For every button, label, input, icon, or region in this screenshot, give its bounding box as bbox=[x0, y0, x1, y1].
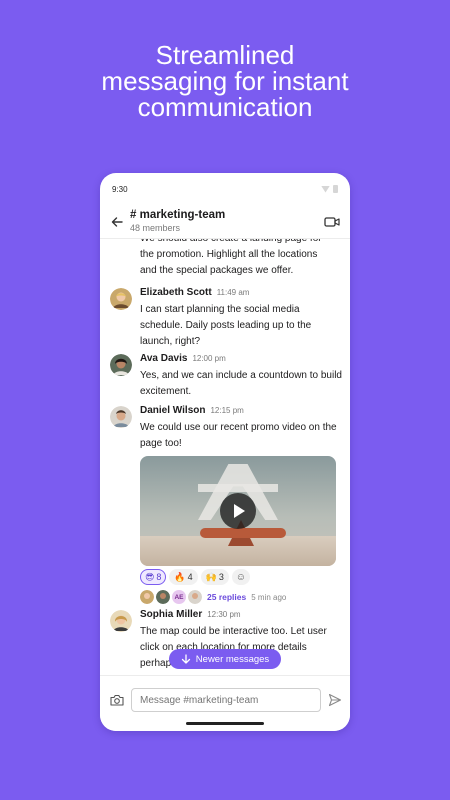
battery-icon bbox=[333, 185, 338, 193]
message[interactable]: Ava Davis 12:00 pm Yes, and we can inclu… bbox=[110, 353, 342, 400]
newer-messages-label: Newer messages bbox=[195, 653, 270, 665]
reaction-bar: 😎 8 🔥 4 🙌 3 ☺ bbox=[140, 569, 342, 586]
channel-header: # marketing-team 48 members bbox=[100, 205, 350, 239]
avatar[interactable] bbox=[110, 406, 132, 428]
reaction-emoji: 🙌 bbox=[205, 571, 217, 582]
send-icon[interactable] bbox=[328, 693, 342, 707]
reaction-emoji: 😎 bbox=[145, 571, 155, 582]
status-time: 9:30 bbox=[112, 184, 128, 194]
message[interactable]: Daniel Wilson 12:15 pm We could use our … bbox=[110, 405, 342, 605]
thread-summary[interactable]: AE 25 replies 5 min ago bbox=[140, 589, 342, 605]
message-continued-text: We should also create a landing page for… bbox=[140, 239, 322, 276]
headline-line-3: communication bbox=[137, 92, 313, 122]
message-time: 12:30 pm bbox=[207, 610, 241, 619]
message-text: I can start planning the social media sc… bbox=[140, 304, 312, 347]
avatar[interactable] bbox=[110, 354, 132, 376]
add-reaction-icon[interactable]: ☺ bbox=[231, 569, 250, 585]
reply-count[interactable]: 25 replies bbox=[207, 592, 246, 602]
thread-avatar-initials: AE bbox=[172, 590, 186, 604]
message-body: Elizabeth Scott 11:49 am I can start pla… bbox=[140, 287, 342, 350]
message-text: Yes, and we can include a countdown to b… bbox=[140, 370, 342, 397]
sender-name[interactable]: Sophia Miller bbox=[140, 609, 202, 620]
message-time: 12:00 pm bbox=[192, 354, 226, 363]
message-input[interactable] bbox=[131, 688, 321, 712]
message-text: We could use our recent promo video on t… bbox=[140, 422, 337, 449]
reply-time: 5 min ago bbox=[251, 592, 287, 602]
thread-avatar bbox=[156, 590, 170, 604]
thread-avatar bbox=[188, 590, 202, 604]
channel-name: # marketing-team bbox=[130, 209, 226, 222]
headline-line-1: Streamlined bbox=[155, 40, 295, 70]
video-attachment[interactable] bbox=[140, 456, 336, 566]
message-body: Ava Davis 12:00 pm Yes, and we can inclu… bbox=[140, 353, 342, 400]
phone-screen: 9:30 # marketing-team 48 members We shou… bbox=[100, 173, 350, 731]
message-time: 11:49 am bbox=[216, 288, 250, 297]
reaction-emoji: 🔥 bbox=[174, 571, 186, 582]
member-count: 48 members bbox=[130, 222, 181, 233]
play-button[interactable] bbox=[220, 493, 256, 529]
headline-line-2: messaging for instant bbox=[101, 66, 349, 96]
message-body: Daniel Wilson 12:15 pm We could use our … bbox=[140, 405, 342, 605]
sender-name[interactable]: Ava Davis bbox=[140, 353, 187, 364]
headline: Streamlined messaging for instant commun… bbox=[0, 42, 450, 120]
avatar[interactable] bbox=[110, 610, 132, 632]
message-time: 12:15 pm bbox=[210, 406, 244, 415]
reaction-chip[interactable]: 🔥 4 bbox=[169, 569, 198, 585]
reaction-chip[interactable]: 😎 8 bbox=[140, 569, 167, 585]
camera-icon[interactable] bbox=[110, 694, 124, 706]
reaction-count: 3 bbox=[218, 572, 224, 582]
newer-messages-button[interactable]: Newer messages bbox=[169, 649, 281, 669]
play-icon bbox=[234, 504, 245, 518]
sender-name[interactable]: Elizabeth Scott bbox=[140, 287, 212, 298]
reaction-chip[interactable]: 🙌 3 bbox=[200, 569, 229, 585]
thread-avatar bbox=[140, 590, 154, 604]
video-logo-bar bbox=[198, 484, 278, 492]
wifi-icon bbox=[321, 185, 330, 193]
message-list[interactable]: We should also create a landing page for… bbox=[100, 239, 350, 675]
status-icons bbox=[321, 185, 338, 193]
channel-info[interactable]: # marketing-team 48 members bbox=[130, 210, 324, 233]
reaction-count: 8 bbox=[156, 572, 162, 582]
status-bar: 9:30 bbox=[100, 173, 350, 205]
message[interactable]: Elizabeth Scott 11:49 am I can start pla… bbox=[110, 287, 342, 350]
avatar[interactable] bbox=[110, 288, 132, 310]
back-arrow-icon[interactable] bbox=[110, 215, 124, 229]
reaction-count: 4 bbox=[187, 572, 193, 582]
video-call-icon[interactable] bbox=[324, 216, 340, 228]
home-indicator bbox=[186, 722, 264, 725]
arrow-down-icon bbox=[181, 654, 190, 664]
video-jet bbox=[200, 528, 286, 538]
sender-name[interactable]: Daniel Wilson bbox=[140, 405, 205, 416]
